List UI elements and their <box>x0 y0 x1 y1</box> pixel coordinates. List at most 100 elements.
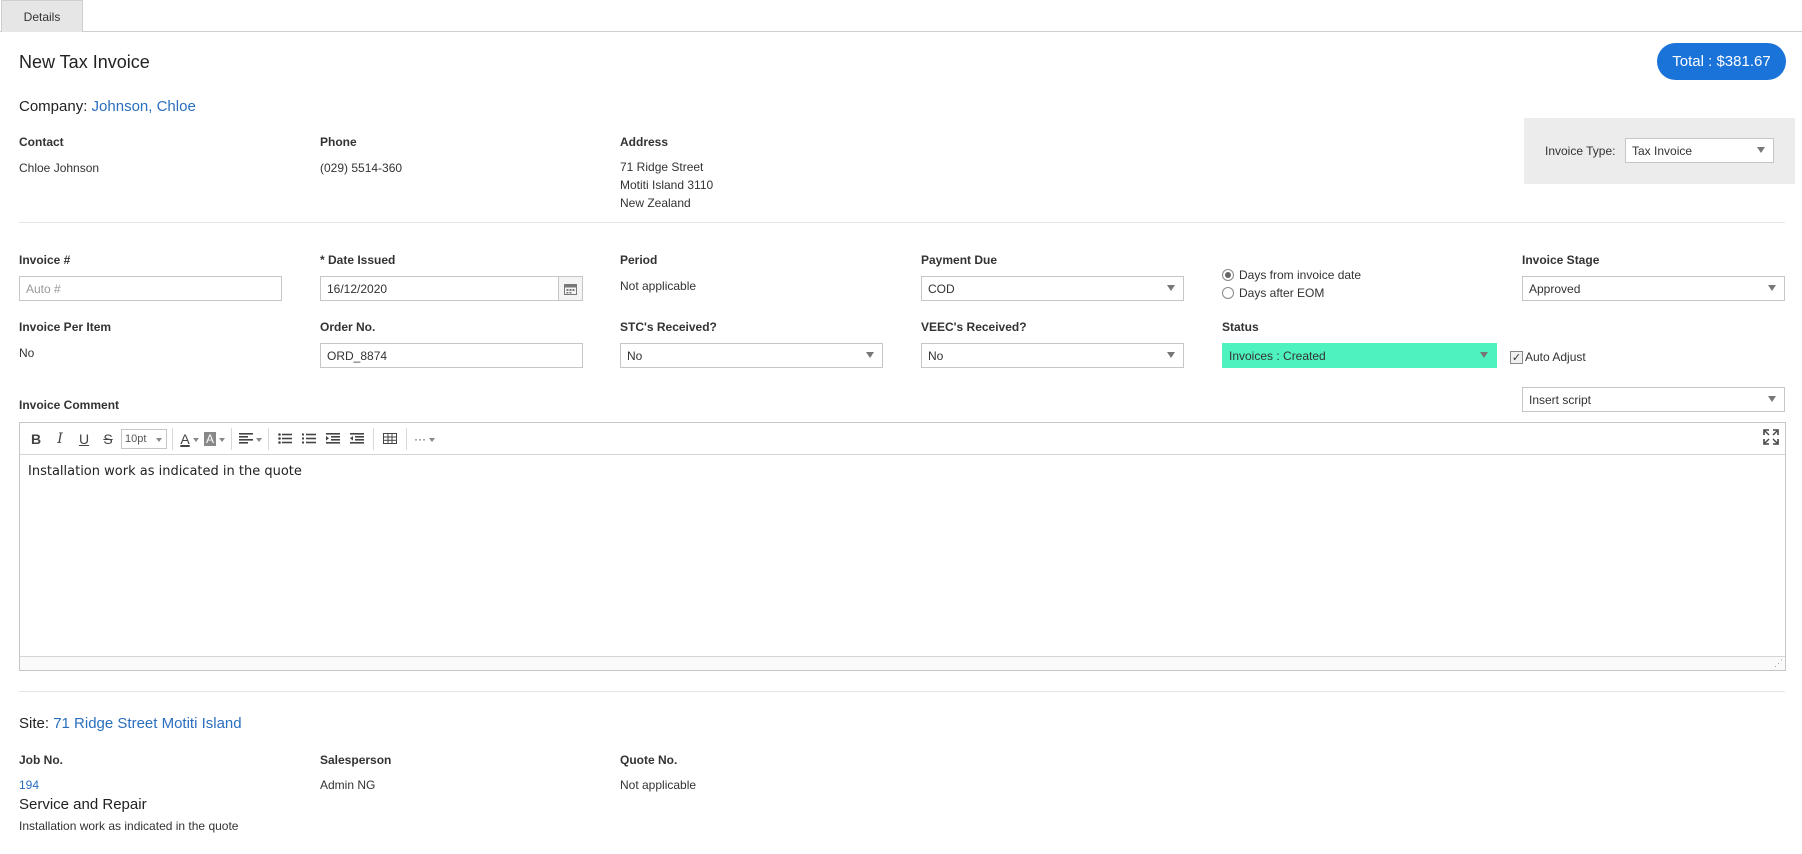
insert-script-value: Insert script <box>1529 392 1592 407</box>
date-issued-input[interactable]: 16/12/2020 <box>320 276 583 301</box>
veec-received-select[interactable]: No <box>921 343 1184 368</box>
phone-label: Phone <box>320 135 357 149</box>
company-label: Company: <box>19 98 88 115</box>
stc-received-label: STC's Received? <box>620 320 717 334</box>
site-label: Site: <box>19 715 50 732</box>
divider <box>19 222 1785 223</box>
editor-toolbar: B I U S 10pt A A ··· <box>20 423 1785 455</box>
editor-statusbar: ⋰ <box>20 656 1785 670</box>
stc-received-select[interactable]: No <box>620 343 883 368</box>
stc-received-value: No <box>627 348 643 363</box>
quote-number-value: Not applicable <box>620 778 697 792</box>
invoice-type-value: Tax Invoice <box>1632 143 1693 158</box>
contact-value: Chloe Johnson <box>19 161 100 175</box>
outdent-icon[interactable] <box>346 427 368 451</box>
veec-received-value: No <box>928 348 944 363</box>
toolbar-separator <box>406 427 408 450</box>
chevron-down-icon <box>1757 147 1765 153</box>
address-label: Address <box>620 135 669 149</box>
radio-button[interactable] <box>1222 269 1234 281</box>
resize-handle-icon[interactable]: ⋰ <box>1774 658 1783 669</box>
align-left-icon[interactable] <box>237 427 263 451</box>
toolbar-separator <box>268 427 270 450</box>
payment-due-select[interactable]: COD <box>921 276 1184 301</box>
radio-label: Days from invoice date <box>1239 268 1362 282</box>
payment-due-value: COD <box>928 281 955 296</box>
salesperson-value: Admin NG <box>320 778 376 792</box>
order-number-label: Order No. <box>320 320 376 334</box>
indent-icon[interactable] <box>322 427 344 451</box>
quote-number-label: Quote No. <box>620 753 678 767</box>
highlight-color-icon[interactable]: A <box>202 427 226 451</box>
order-number-input[interactable] <box>320 343 583 368</box>
text-color-icon[interactable]: A <box>178 427 200 451</box>
toolbar-separator <box>231 427 233 450</box>
toolbar-separator <box>373 427 375 450</box>
date-issued-value: 16/12/2020 <box>327 281 388 296</box>
calendar-icon[interactable] <box>558 277 582 300</box>
divider <box>19 691 1785 692</box>
company-heading: Company: Johnson, Chloe <box>19 98 196 115</box>
font-size-value: 10pt <box>125 432 147 445</box>
job-title: Service and Repair <box>19 796 147 813</box>
numbered-list-icon[interactable] <box>298 427 320 451</box>
total-button[interactable]: Total : $381.67 <box>1657 43 1786 80</box>
editor-content[interactable]: Installation work as indicated in the qu… <box>20 455 1785 488</box>
checkbox-checked-icon[interactable]: ✓ <box>1510 350 1523 364</box>
chevron-down-icon <box>1768 285 1776 291</box>
status-select[interactable]: Invoices : Created <box>1222 343 1497 368</box>
invoice-per-item-value: No <box>19 346 35 360</box>
invoice-stage-label: Invoice Stage <box>1522 253 1600 267</box>
status-value: Invoices : Created <box>1229 348 1326 363</box>
period-label: Period <box>620 253 658 267</box>
tab-bar: Details <box>0 0 1802 32</box>
toolbar-separator <box>172 427 173 450</box>
insert-script-select[interactable]: Insert script <box>1522 387 1785 412</box>
auto-adjust-checkbox[interactable]: ✓ Auto Adjust <box>1510 350 1586 364</box>
radio-days-from-invoice[interactable]: Days from invoice date <box>1222 268 1361 282</box>
fullscreen-icon[interactable] <box>1763 429 1779 448</box>
status-label: Status <box>1222 320 1259 334</box>
table-icon[interactable] <box>379 427 401 451</box>
job-description: Installation work as indicated in the qu… <box>19 819 239 833</box>
contact-label: Contact <box>19 135 64 149</box>
invoice-number-input[interactable] <box>19 276 282 301</box>
invoice-comment-label: Invoice Comment <box>19 398 120 412</box>
invoice-number-label: Invoice # <box>19 253 71 267</box>
address-line: New Zealand <box>620 196 691 210</box>
address-value: 71 Ridge Street Motiti Island 3110 New Z… <box>620 158 713 212</box>
chevron-down-icon <box>866 352 874 358</box>
radio-days-after-eom[interactable]: Days after EOM <box>1222 286 1324 300</box>
page-title: New Tax Invoice <box>19 52 150 72</box>
address-line: Motiti Island 3110 <box>620 178 714 192</box>
site-link[interactable]: 71 Ridge Street Motiti Island <box>53 715 241 732</box>
rich-text-editor: B I U S 10pt A A ··· Installation work a… <box>19 422 1786 671</box>
bold-icon[interactable]: B <box>25 427 47 451</box>
job-number-link[interactable]: 194 <box>19 778 39 792</box>
bullet-list-icon[interactable] <box>274 427 296 451</box>
phone-value: (029) 5514-360 <box>320 161 403 175</box>
invoice-stage-select[interactable]: Approved <box>1522 276 1785 301</box>
auto-adjust-label: Auto Adjust <box>1525 350 1586 364</box>
radio-button[interactable] <box>1222 287 1234 299</box>
more-options-icon[interactable]: ··· <box>412 427 436 451</box>
payment-due-label: Payment Due <box>921 253 998 267</box>
chevron-down-icon <box>1480 352 1488 358</box>
invoice-per-item-label: Invoice Per Item <box>19 320 112 334</box>
period-value: Not applicable <box>620 279 697 293</box>
company-link[interactable]: Johnson, Chloe <box>92 98 196 115</box>
underline-icon[interactable]: U <box>73 427 95 451</box>
chevron-down-icon <box>1768 396 1776 402</box>
job-number-label: Job No. <box>19 753 63 767</box>
salesperson-label: Salesperson <box>320 753 392 767</box>
chevron-down-icon <box>1167 285 1175 291</box>
veec-received-label: VEEC's Received? <box>921 320 1027 334</box>
italic-icon[interactable]: I <box>49 427 71 451</box>
font-size-select[interactable]: 10pt <box>121 428 167 449</box>
invoice-type-select[interactable]: Tax Invoice <box>1625 138 1774 163</box>
invoice-stage-value: Approved <box>1529 281 1581 296</box>
chevron-down-icon <box>1167 352 1175 358</box>
tab-details[interactable]: Details <box>1 0 83 32</box>
radio-label: Days after EOM <box>1239 286 1325 300</box>
strikethrough-icon[interactable]: S <box>97 427 119 451</box>
